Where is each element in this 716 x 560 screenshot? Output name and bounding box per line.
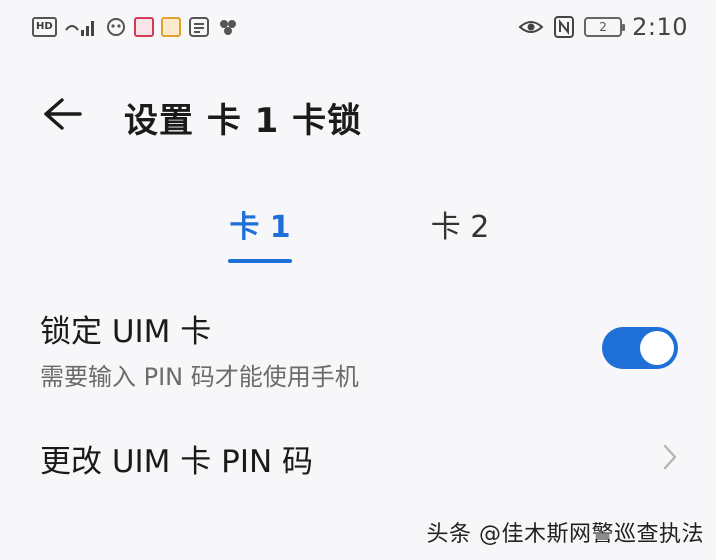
tab-card-1[interactable]: 卡 1 [224, 205, 296, 265]
app-header: 设置 卡 1 卡锁 [0, 80, 716, 150]
app-notification-icon [160, 16, 181, 38]
back-arrow-icon [44, 98, 82, 130]
battery-icon: 2 [584, 17, 626, 37]
app-notification-icon [217, 16, 239, 38]
status-time: 2:10 [632, 13, 688, 41]
lock-uim-description: 需要输入 PIN 码才能使用手机 [40, 363, 359, 391]
lock-uim-title: 锁定 UIM 卡 [40, 314, 212, 350]
watermark: 头条 @佳木斯网警巡查执法 [426, 522, 704, 547]
change-pin-title: 更改 UIM 卡 PIN 码 [40, 444, 314, 480]
tab-label: 卡 2 [430, 210, 490, 245]
tab-card-2[interactable]: 卡 2 [424, 205, 496, 265]
lock-uim-toggle[interactable] [602, 327, 678, 369]
change-pin-setting[interactable]: 更改 UIM 卡 PIN 码 [0, 428, 716, 484]
screen: HD 2 2:10 设置 卡 1 卡锁 卡 1 卡 2 锁定 UIM 卡 需要输… [0, 0, 716, 560]
hd-icon: HD [32, 17, 57, 37]
back-button[interactable] [34, 90, 86, 138]
status-icons-right: 2 2:10 [518, 12, 688, 42]
tab-label: 卡 1 [229, 210, 291, 245]
chevron-right-icon [663, 444, 677, 470]
eye-icon [518, 16, 544, 38]
app-notification-icon [133, 16, 154, 38]
nfc-icon [554, 16, 575, 38]
tab-active-indicator [228, 259, 292, 263]
sim-tabs: 卡 1 卡 2 [0, 205, 716, 265]
signal-icon [64, 16, 98, 38]
lock-uim-setting: 锁定 UIM 卡 需要输入 PIN 码才能使用手机 [0, 302, 716, 402]
toggle-knob [640, 331, 674, 365]
status-bar: HD 2 2:10 [0, 0, 716, 54]
status-icons-left: HD [32, 14, 239, 40]
page-title: 设置 卡 1 卡锁 [124, 101, 363, 141]
app-notification-icon [105, 16, 127, 38]
app-notification-icon [188, 16, 210, 38]
